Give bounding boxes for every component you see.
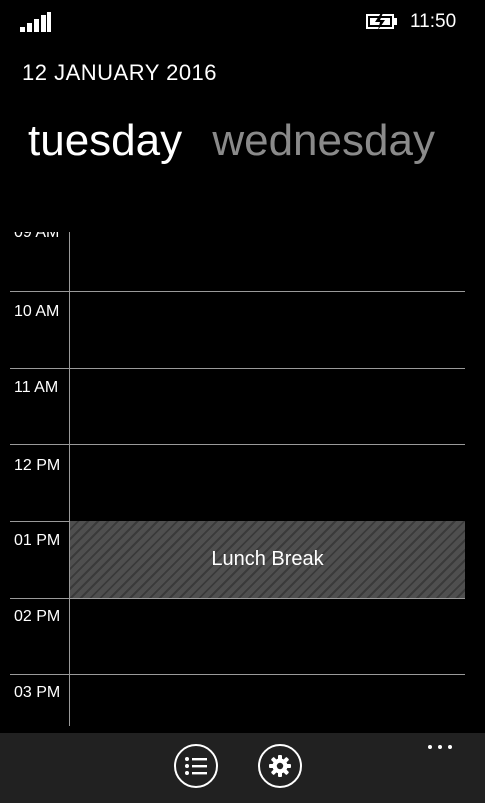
hour-divider (10, 291, 465, 292)
settings-gear-icon (269, 755, 291, 777)
event-title: Lunch Break (211, 548, 324, 570)
time-axis-line (69, 232, 70, 726)
day-schedule[interactable]: 09 AM 10 AM 11 AM 12 PM 01 PM Lunch Brea… (0, 232, 485, 726)
hour-label: 11 AM (14, 379, 59, 396)
hour-divider (10, 674, 465, 675)
hour-divider (10, 368, 465, 369)
hour-divider (10, 598, 465, 599)
settings-button[interactable] (258, 744, 302, 788)
status-time: 11:50 (410, 11, 457, 32)
hour-divider (10, 444, 465, 445)
list-view-button[interactable] (174, 744, 218, 788)
hour-label: 01 PM (14, 532, 61, 549)
signal-bars-icon (20, 12, 51, 32)
pivot-tab-tuesday[interactable]: tuesday (28, 116, 182, 166)
hour-label: 10 AM (14, 303, 60, 320)
hour-label: 09 AM (14, 232, 60, 241)
app-bar (0, 733, 485, 803)
list-icon (185, 757, 207, 775)
date-header: 12 JANUARY 2016 (22, 60, 218, 85)
day-pivot: tuesday wednesday (28, 116, 453, 166)
more-ellipsis-icon[interactable] (426, 745, 456, 755)
battery-charging-icon (366, 13, 397, 30)
pivot-tab-wednesday[interactable]: wednesday (212, 116, 435, 166)
hour-label: 02 PM (14, 608, 61, 625)
hour-label: 12 PM (14, 457, 61, 474)
hour-label: 03 PM (14, 684, 61, 701)
status-bar: 11:50 (0, 0, 485, 44)
event-lunch-break[interactable]: Lunch Break (70, 521, 465, 598)
